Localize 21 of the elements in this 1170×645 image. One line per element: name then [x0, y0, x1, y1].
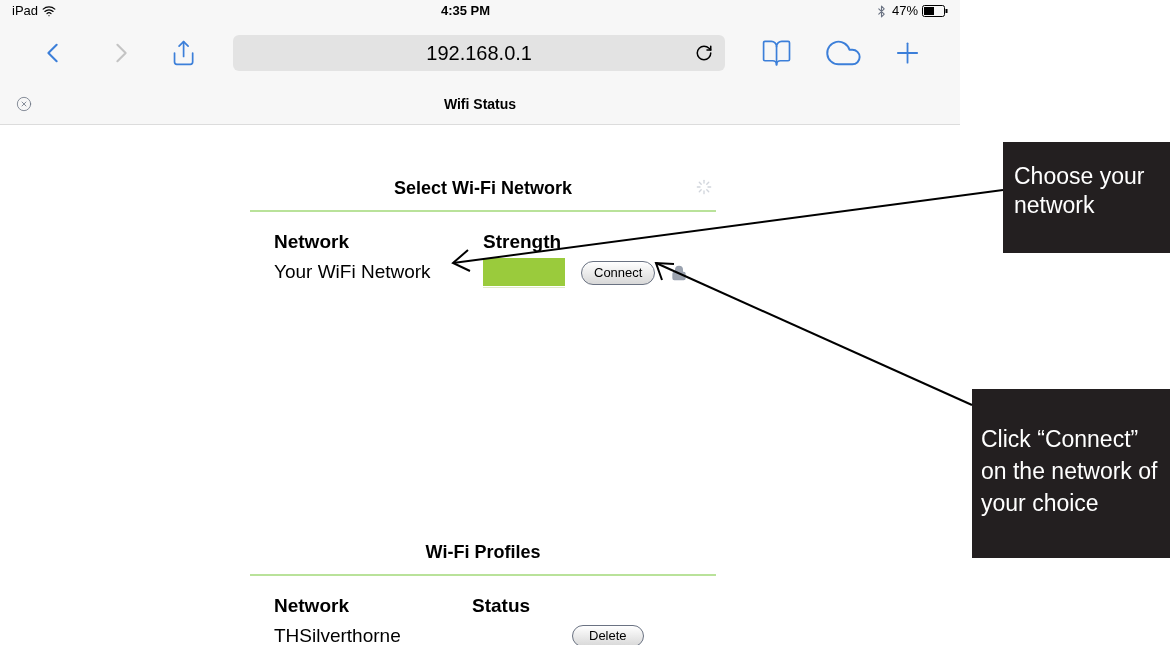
delete-button[interactable]: Delete	[572, 625, 644, 645]
close-tab-icon[interactable]	[16, 96, 32, 112]
clock-time: 4:35 PM	[440, 2, 491, 21]
column-header: Strength	[483, 230, 562, 254]
battery-icon	[922, 5, 948, 17]
section-title: Wi-Fi Profiles	[425, 540, 541, 564]
column-header: Network	[274, 230, 350, 254]
battery-percent: 47%	[891, 2, 918, 21]
tab-title[interactable]: Wifi Status	[443, 93, 517, 115]
device-label: iPad	[12, 2, 39, 21]
address-bar[interactable]: 192.168.0.1	[233, 35, 725, 71]
callout-box: Choose your network	[1003, 142, 1170, 253]
column-header: Network	[274, 593, 350, 618]
column-header: Status	[472, 593, 531, 618]
network-name: THSilverthorne	[274, 623, 402, 645]
connect-button[interactable]: Connect	[581, 260, 656, 285]
reload-icon[interactable]	[695, 44, 713, 62]
network-name: Your WiFi Network	[274, 260, 432, 285]
wifi-icon	[42, 4, 57, 18]
callout-box: Click “Connect” on the network of your choice	[972, 389, 1170, 558]
section-title: Select Wi-Fi Network	[394, 177, 572, 200]
